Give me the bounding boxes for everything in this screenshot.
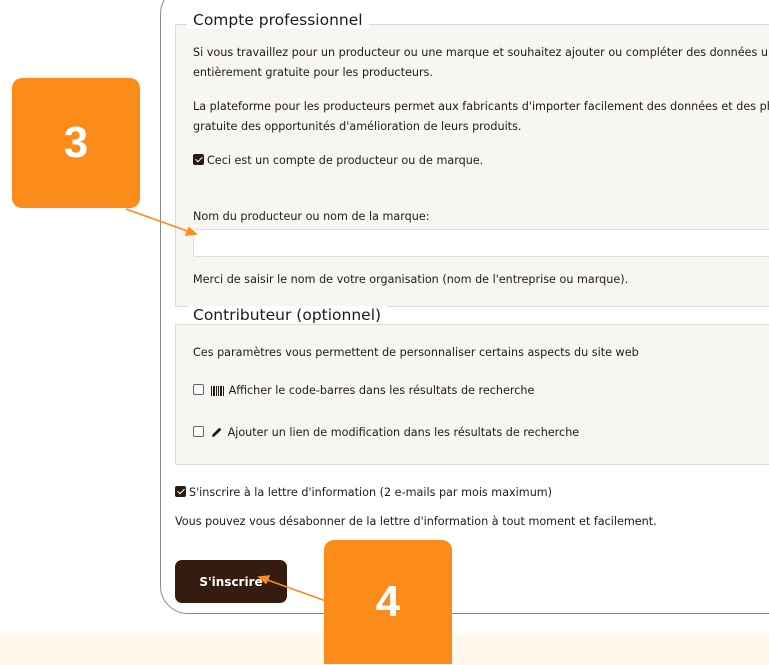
edit-link-option-row[interactable]: Ajouter un lien de modification dans les… [193, 425, 579, 441]
producer-checkbox-row[interactable]: Ceci est un compte de producteur ou de m… [193, 153, 483, 169]
step-3-badge: 3 [12, 78, 140, 208]
org-name-label: Nom du producteur ou nom de la marque: [193, 210, 430, 223]
newsletter-note: Vous pouvez vous désabonner de la lettre… [175, 515, 657, 528]
newsletter-row[interactable]: S'inscrire à la lettre d'information (2 … [175, 485, 552, 501]
pro-intro-line-2: entièrement gratuite pour les producteur… [193, 66, 433, 79]
pro-platform-line-1: La plateforme pour les producteurs perme… [193, 100, 769, 113]
producer-checkbox[interactable] [193, 154, 204, 165]
barcode-icon [210, 386, 224, 396]
barcode-option-row[interactable]: Afficher le code-barres dans les résulta… [193, 383, 534, 399]
barcode-option-label: Afficher le code-barres dans les résulta… [228, 384, 535, 397]
step-4-badge: 4 [324, 540, 452, 664]
newsletter-label: S'inscrire à la lettre d'information (2 … [189, 486, 553, 499]
submit-button[interactable]: S'inscrire [175, 560, 287, 603]
edit-link-option-label: Ajouter un lien de modification dans les… [227, 426, 580, 439]
contributor-description: Ces paramètres vous permettent de person… [193, 346, 639, 359]
barcode-checkbox[interactable] [193, 384, 204, 395]
edit-link-checkbox[interactable] [193, 426, 204, 437]
newsletter-checkbox[interactable] [175, 486, 186, 497]
pro-platform-line-2: gratuite des opportunités d'amélioration… [193, 120, 522, 133]
producer-checkbox-label: Ceci est un compte de producteur ou de m… [207, 154, 484, 167]
pencil-icon [211, 427, 221, 437]
pro-intro-line-1: Si vous travaillez pour un producteur ou… [193, 46, 769, 59]
pro-account-legend: Compte professionnel [187, 11, 369, 29]
contributor-legend: Contributeur (optionnel) [187, 306, 388, 324]
org-name-input[interactable] [193, 229, 769, 257]
org-name-help: Merci de saisir le nom de votre organisa… [193, 273, 629, 286]
screenshot-frame: Compte professionnel Si vous travaillez … [160, 0, 769, 614]
